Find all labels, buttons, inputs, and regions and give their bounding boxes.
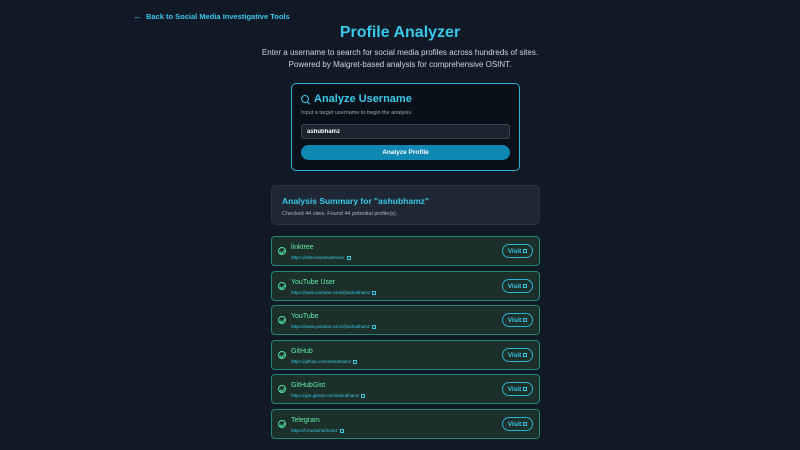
- site-url-link[interactable]: https://www.youtube.com/@ashubhamz: [291, 290, 377, 295]
- check-circle-icon: [278, 316, 286, 324]
- visit-label: Visit: [507, 247, 522, 255]
- visit-button[interactable]: Visit: [502, 382, 533, 396]
- site-url-text: https://gist.github.com/ashubhamz: [291, 393, 360, 398]
- site-name: GitHubGist: [291, 382, 326, 389]
- result-card: YouTube User https://www.youtube.com/@as…: [271, 271, 540, 301]
- result-card: GitHub https://github.com/ashubhamz Visi…: [271, 340, 540, 370]
- external-link-icon: [361, 393, 366, 398]
- analysis-summary: Analysis Summary for "ashubhamz" Checked…: [271, 185, 540, 225]
- external-link-icon: [372, 324, 377, 329]
- site-url-link[interactable]: https://linktr.ee/ashubhamz: [291, 255, 351, 260]
- analyze-card-description: Input a target username to begin the ana…: [301, 110, 413, 116]
- visit-label: Visit: [507, 316, 522, 324]
- site-url-text: https://linktr.ee/ashubhamz: [291, 255, 345, 260]
- external-link-icon: [353, 359, 358, 364]
- check-circle-icon: [278, 351, 286, 359]
- summary-text: Checked 44 sites. Found 44 potential pro…: [282, 211, 398, 217]
- visit-label: Visit: [507, 351, 522, 359]
- site-url-text: https://github.com/ashubhamz: [291, 359, 352, 364]
- visit-label: Visit: [507, 385, 522, 393]
- visit-label: Visit: [507, 282, 522, 290]
- site-url-link[interactable]: https://t.me/ashubhamz: [291, 428, 344, 433]
- visit-button[interactable]: Visit: [502, 417, 533, 431]
- visit-label: Visit: [507, 420, 522, 428]
- external-link-icon: [523, 318, 528, 322]
- back-link[interactable]: ← Back to Social Media Investigative Too…: [133, 11, 290, 22]
- result-card: YouTube https://www.youtube.com/@ashubha…: [271, 305, 540, 335]
- visit-button[interactable]: Visit: [502, 279, 533, 293]
- check-circle-icon: [278, 282, 286, 290]
- site-url-link[interactable]: https://gist.github.com/ashubhamz: [291, 393, 366, 398]
- site-name: GitHub: [291, 348, 313, 355]
- result-card: Telegram https://t.me/ashubhamz Visit: [271, 409, 540, 439]
- analyze-card: Analyze Username Input a target username…: [291, 83, 520, 171]
- summary-title: Analysis Summary for "ashubhamz": [282, 196, 429, 206]
- external-link-icon: [372, 290, 377, 295]
- site-url-link[interactable]: https://github.com/ashubhamz: [291, 359, 358, 364]
- site-url-text: https://www.youtube.com/@ashubhamz: [291, 290, 371, 295]
- site-name: linktree: [291, 244, 314, 251]
- visit-button[interactable]: Visit: [502, 348, 533, 362]
- external-link-icon: [346, 255, 351, 260]
- analyze-card-title: Analyze Username: [301, 93, 510, 105]
- check-circle-icon: [278, 247, 286, 255]
- external-link-icon: [523, 284, 528, 288]
- analyze-card-title-text: Analyze Username: [314, 93, 412, 105]
- check-circle-icon: [278, 385, 286, 393]
- site-url-link[interactable]: https://www.youtube.com/@ashubhamz: [291, 324, 377, 329]
- visit-button[interactable]: Visit: [502, 244, 533, 258]
- subtitle-line-2: Powered by Maigret-based analysis for co…: [288, 60, 512, 69]
- site-url-text: https://www.youtube.com/@ashubhamz: [291, 324, 371, 329]
- external-link-icon: [523, 353, 528, 357]
- site-name: Telegram: [291, 417, 320, 424]
- site-url-text: https://t.me/ashubhamz: [291, 428, 338, 433]
- site-name: YouTube: [291, 313, 319, 320]
- visit-button[interactable]: Visit: [502, 313, 533, 327]
- site-name: YouTube User: [291, 279, 336, 286]
- result-card: GitHubGist https://gist.github.com/ashub…: [271, 374, 540, 404]
- check-circle-icon: [278, 420, 286, 428]
- page-title: Profile Analyzer: [339, 24, 461, 41]
- result-card: linktree https://linktr.ee/ashubhamz Vis…: [271, 236, 540, 266]
- external-link-icon: [523, 422, 528, 426]
- subtitle-line-1: Enter a username to search for social me…: [261, 48, 539, 57]
- back-link-label: Back to Social Media Investigative Tools: [146, 12, 290, 21]
- external-link-icon: [523, 387, 528, 391]
- external-link-icon: [339, 428, 344, 433]
- username-input[interactable]: [301, 124, 510, 139]
- page-subtitle: Enter a username to search for social me…: [0, 47, 800, 71]
- external-link-icon: [523, 249, 528, 253]
- analyze-profile-button[interactable]: Analyze Profile: [301, 145, 510, 160]
- search-icon: [301, 94, 310, 104]
- arrow-left-icon: ←: [133, 11, 142, 21]
